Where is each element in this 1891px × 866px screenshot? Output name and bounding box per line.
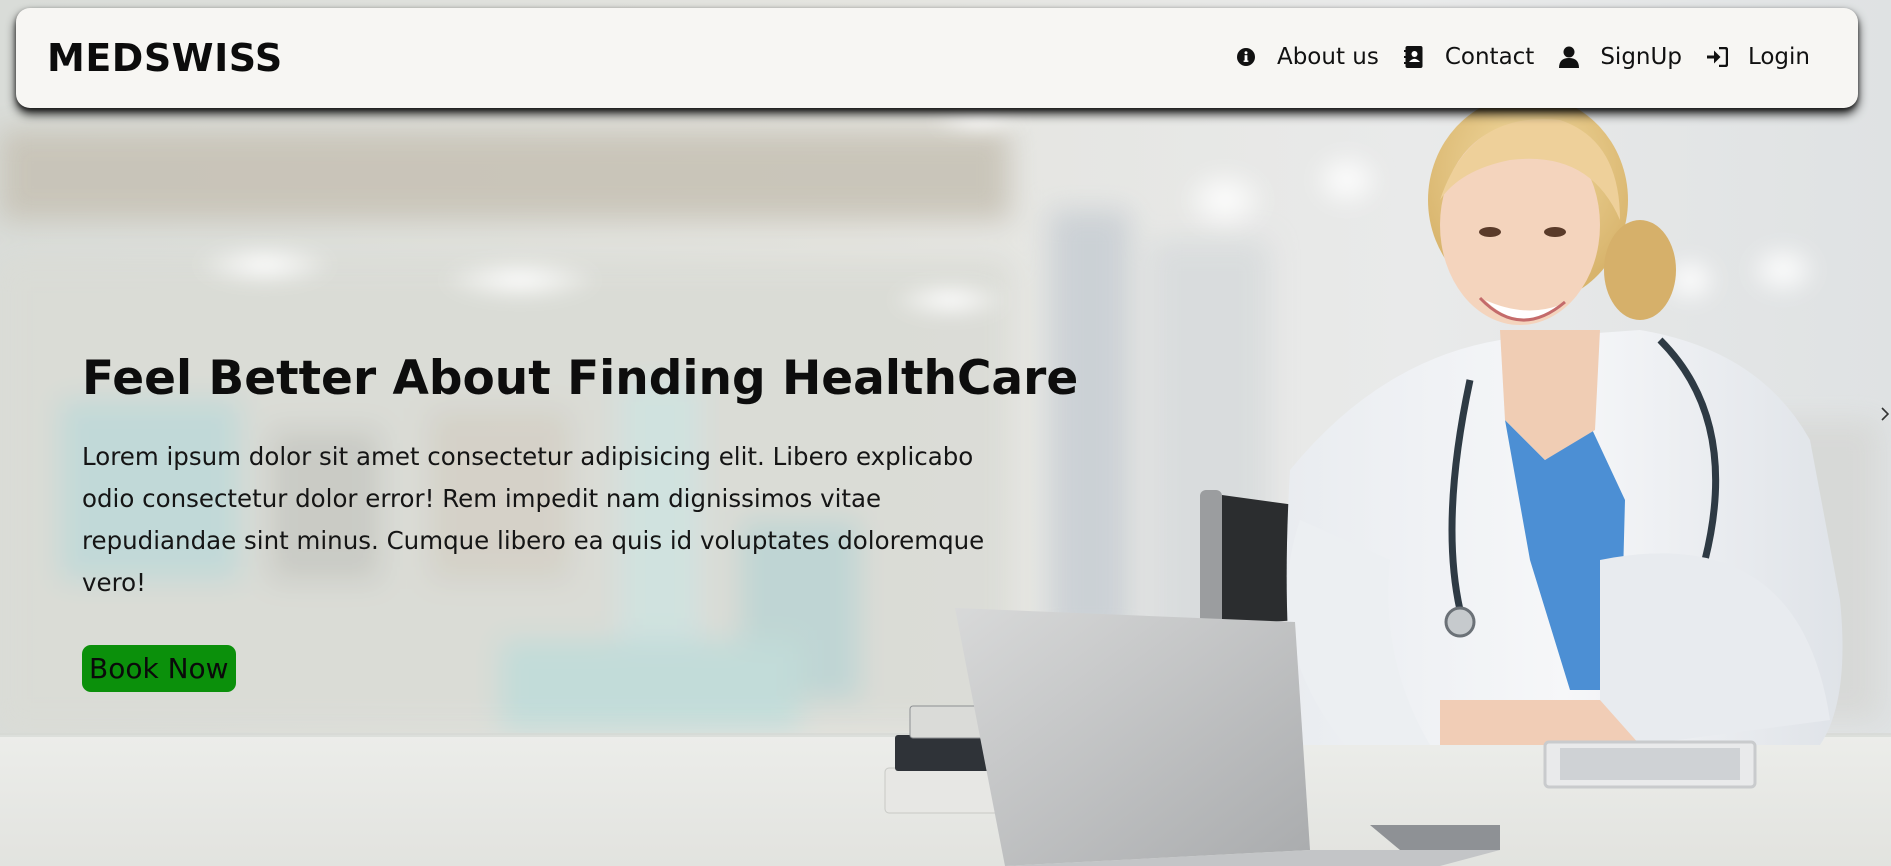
resize-cursor-icon xyxy=(1881,407,1889,421)
nav-login-link[interactable]: Login xyxy=(1706,43,1810,71)
nav-contact-link[interactable]: Contact xyxy=(1403,43,1534,71)
hero-description: Lorem ipsum dolor sit amet consectetur a… xyxy=(82,442,985,597)
book-now-button[interactable]: Book Now xyxy=(82,645,236,692)
nav-about-us-link[interactable]: About us xyxy=(1235,43,1379,71)
nav-signup-link[interactable]: SignUp xyxy=(1558,43,1682,71)
user-icon xyxy=(1558,46,1580,68)
nav-contact-label: Contact xyxy=(1444,44,1535,70)
nav-links: About us Contact SignUp Login xyxy=(1235,38,1810,76)
address-book-icon xyxy=(1403,46,1425,68)
info-circle-icon xyxy=(1235,46,1257,68)
hero-background-photo xyxy=(0,0,1891,866)
brand-logo[interactable]: MEDSWISS xyxy=(47,36,283,80)
nav-login-label: Login xyxy=(1747,44,1810,70)
hero-title: Feel Better About Finding HealthCare xyxy=(82,351,1079,406)
nav-signup-label: SignUp xyxy=(1600,44,1682,70)
navbar: MEDSWISS About us Contact SignUp Login xyxy=(16,8,1858,108)
sign-in-icon xyxy=(1706,46,1728,68)
page: MEDSWISS About us Contact SignUp Login F… xyxy=(0,0,1891,866)
nav-about-us-label: About us xyxy=(1276,44,1379,70)
